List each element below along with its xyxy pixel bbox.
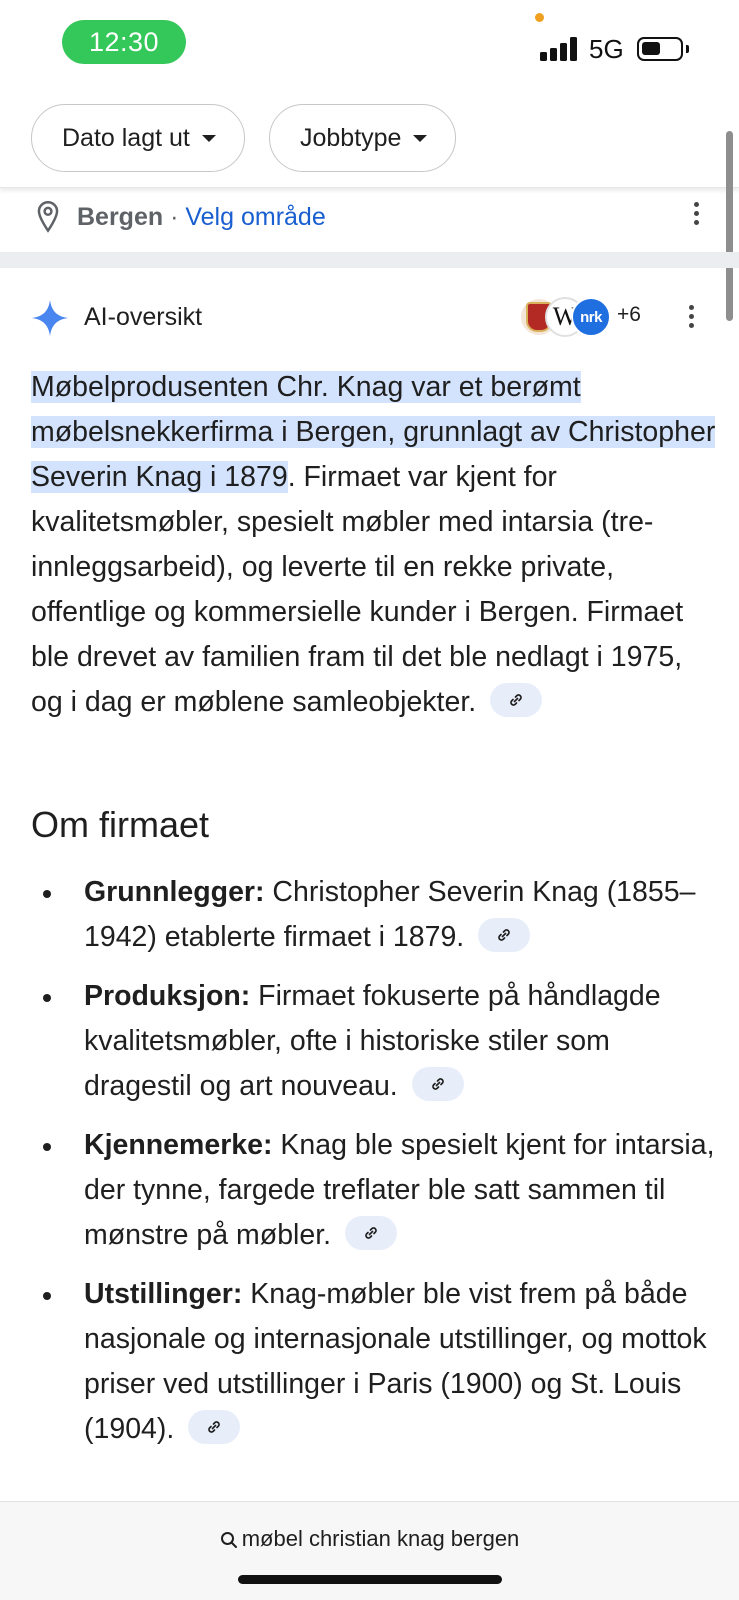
facts-list: Grunnlegger: Christopher Severin Knag (1… — [31, 870, 721, 1466]
search-query-row[interactable]: møbel christian knag bergen — [0, 1526, 739, 1552]
section-divider — [0, 252, 739, 268]
location-city: Bergen — [77, 203, 164, 231]
search-query-text: møbel christian knag bergen — [241, 1526, 520, 1551]
status-bar: 12:30 5G — [0, 0, 739, 92]
section-heading: Om firmaet — [31, 804, 210, 845]
choose-area-link[interactable]: Velg område — [185, 203, 325, 231]
privacy-indicator-dot — [535, 13, 544, 22]
more-sources-count[interactable]: +6 — [617, 303, 641, 327]
bullet-term: Grunnlegger: — [84, 876, 265, 908]
source-link-button[interactable] — [411, 1067, 464, 1102]
location-separator: · — [163, 203, 186, 231]
battery-nub — [686, 45, 689, 53]
link-icon — [498, 929, 510, 942]
bottom-search-bar[interactable]: møbel christian knag bergen — [0, 1501, 739, 1600]
list-item: Grunnlegger: Christopher Severin Knag (1… — [31, 870, 721, 960]
bullet-term: Produksjon: — [84, 980, 251, 1012]
battery-icon — [637, 37, 683, 61]
source-link-button[interactable] — [188, 1410, 241, 1445]
filter-chip-date-posted[interactable]: Dato lagt ut — [31, 104, 245, 172]
list-item: Utstillinger: Knag-møbler ble vist frem … — [31, 1272, 721, 1452]
location-more-icon[interactable] — [694, 202, 700, 229]
link-icon — [365, 1227, 377, 1240]
filter-chips-row: Dato lagt ut Jobbtype — [0, 92, 739, 188]
sparkle-icon — [32, 300, 68, 336]
network-type: 5G — [589, 34, 624, 64]
source-icons[interactable]: W nrk — [519, 297, 615, 337]
link-icon — [510, 694, 522, 707]
bullet-term: Kjennemerke: — [84, 1129, 273, 1161]
caret-down-icon — [413, 134, 428, 142]
bullet-term: Utstillinger: — [84, 1278, 243, 1310]
location-row: Bergen · Velg område — [0, 188, 739, 252]
location-pin-icon — [37, 201, 59, 233]
filter-chip-job-type[interactable]: Jobbtype — [269, 104, 457, 172]
chip-label: Jobbtype — [300, 123, 402, 152]
nrk-icon: nrk — [571, 297, 611, 337]
location-text: Bergen · Velg område — [77, 203, 326, 232]
status-time[interactable]: 12:30 — [62, 20, 186, 64]
source-link-button[interactable] — [490, 683, 543, 718]
chip-label: Dato lagt ut — [62, 123, 190, 152]
list-item: Produksjon: Firmaet fokuserte på håndlag… — [31, 974, 721, 1109]
ai-summary: Møbelprodusenten Chr. Knag var et berømt… — [31, 365, 721, 725]
home-indicator[interactable] — [238, 1575, 502, 1584]
link-icon — [208, 1421, 221, 1434]
list-item: Kjennemerke: Knag ble spesielt kjent for… — [31, 1123, 721, 1258]
cellular-signal-icon — [540, 37, 578, 61]
search-icon — [220, 1532, 237, 1548]
link-icon — [431, 1078, 444, 1091]
source-link-button[interactable] — [345, 1216, 397, 1251]
caret-down-icon — [201, 134, 216, 142]
source-link-button[interactable] — [478, 918, 531, 953]
ai-overview-header: AI-oversikt W nrk +6 — [0, 295, 739, 343]
ai-overview-more-icon[interactable] — [689, 305, 695, 332]
summary-text: . Firmaet var kjent for kvalitetsmøbler,… — [31, 461, 684, 718]
ai-overview-title: AI-oversikt — [84, 303, 203, 331]
